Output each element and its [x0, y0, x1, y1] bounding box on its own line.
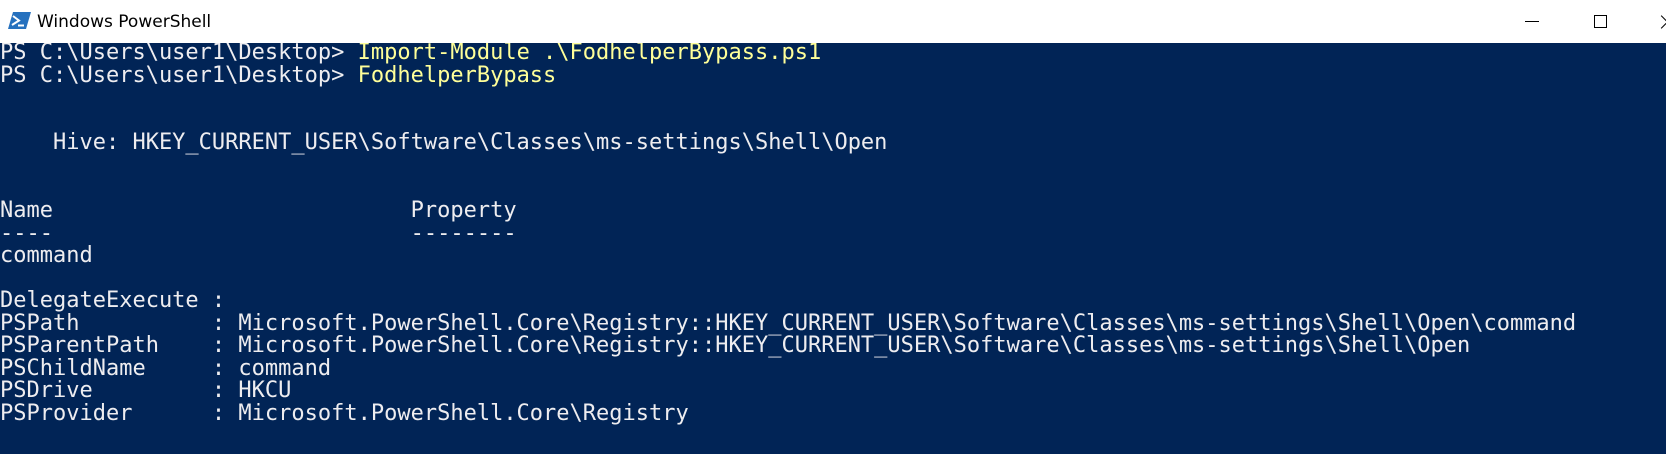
close-button[interactable]	[1634, 0, 1666, 43]
prompt: PS C:\Users\user1\Desktop>	[0, 43, 358, 65]
console-line: PS C:\Users\user1\Desktop> FodhelperBypa…	[0, 64, 556, 88]
command: FodhelperBypass	[357, 63, 557, 88]
console-line: DelegateExecute :	[0, 288, 226, 313]
console-line: command	[0, 243, 93, 268]
powershell-icon	[8, 12, 31, 29]
minimize-button[interactable]	[1498, 0, 1566, 43]
maximize-button[interactable]	[1566, 0, 1634, 43]
title-bar[interactable]: Windows PowerShell	[0, 0, 1666, 43]
minimize-icon	[1525, 21, 1539, 22]
console-line: PSParentPath : Microsoft.PowerShell.Core…	[0, 333, 1471, 358]
console-line: PSDrive : HKCU	[0, 378, 292, 403]
command: Import-Module	[357, 43, 530, 65]
command-args: .\FodhelperBypass.ps1	[529, 43, 822, 65]
window-title: Windows PowerShell	[37, 12, 212, 32]
console-line: Hive: HKEY_CURRENT_USER\Software\Classes…	[0, 130, 888, 155]
maximize-icon	[1593, 15, 1607, 28]
prompt: PS C:\Users\user1\Desktop>	[0, 63, 358, 88]
console-line: PS C:\Users\user1\Desktop> Import-Module…	[0, 43, 821, 65]
console-line: PSProvider : Microsoft.PowerShell.Core\R…	[0, 401, 689, 426]
console-line: Name Property	[0, 198, 517, 223]
close-icon	[1661, 15, 1666, 29]
powershell-window: Windows PowerShell PS C:\Users\user1\Des…	[0, 0, 1666, 454]
console-output[interactable]: PS C:\Users\user1\Desktop> Import-Module…	[0, 43, 1666, 454]
